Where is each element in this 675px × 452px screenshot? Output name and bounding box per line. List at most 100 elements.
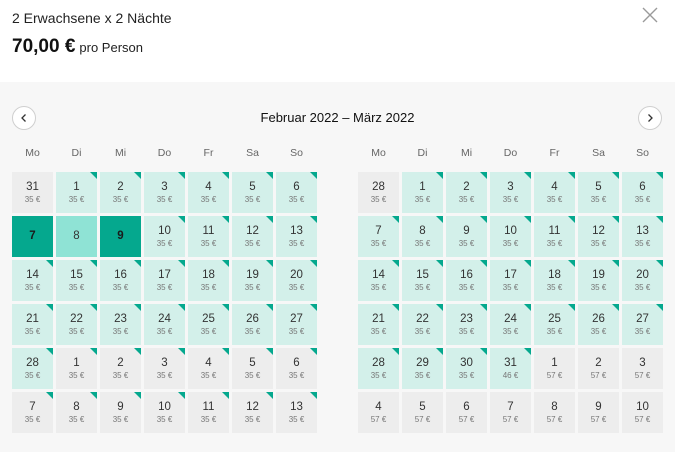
day-number: 6	[463, 401, 470, 413]
day-cell[interactable]: 26 35 €	[578, 304, 619, 345]
day-cell[interactable]: 8 35 €	[402, 216, 443, 257]
day-cell[interactable]: 6 57 €	[446, 392, 487, 433]
day-cell[interactable]: 10 35 €	[144, 216, 185, 257]
day-cell[interactable]: 11 35 €	[188, 216, 229, 257]
day-cell[interactable]: 15 35 €	[56, 260, 97, 301]
day-cell[interactable]: 13 35 €	[622, 216, 663, 257]
day-cell[interactable]: 1 35 €	[56, 348, 97, 389]
day-cell[interactable]: 9 57 €	[578, 392, 619, 433]
day-cell[interactable]: 1 35 €	[402, 172, 443, 213]
day-cell[interactable]: 15 35 €	[402, 260, 443, 301]
day-cell[interactable]: 27 35 €	[622, 304, 663, 345]
next-month-button[interactable]	[638, 106, 662, 130]
day-cell[interactable]: 4 35 €	[188, 348, 229, 389]
day-number: 6	[293, 357, 300, 369]
day-number: 5	[419, 401, 426, 413]
day-number: 18	[202, 269, 215, 281]
day-cell[interactable]: 28 35 €	[358, 348, 399, 389]
day-cell[interactable]: 3 35 €	[144, 348, 185, 389]
day-number: 11	[548, 225, 561, 237]
day-cell[interactable]: 28 35 €	[12, 348, 53, 389]
day-cell[interactable]: 10 35 €	[144, 392, 185, 433]
day-cell[interactable]: 31 35 €	[12, 172, 53, 213]
day-cell[interactable]: 23 35 €	[100, 304, 141, 345]
day-cell[interactable]: 13 35 €	[276, 216, 317, 257]
day-cell[interactable]: 24 35 €	[490, 304, 531, 345]
day-price: 35 €	[502, 239, 519, 248]
day-cell[interactable]: 5 35 €	[578, 172, 619, 213]
day-cell[interactable]: 17 35 €	[144, 260, 185, 301]
day-cell[interactable]: 21 35 €	[358, 304, 399, 345]
day-cell[interactable]: 18 35 €	[188, 260, 229, 301]
day-cell[interactable]: 23 35 €	[446, 304, 487, 345]
day-cell[interactable]: 2 35 €	[100, 348, 141, 389]
day-cell[interactable]: 2 57 €	[578, 348, 619, 389]
day-cell[interactable]: 9 35 €	[100, 392, 141, 433]
day-cell[interactable]: 11 35 €	[188, 392, 229, 433]
day-cell[interactable]: 6 35 €	[276, 348, 317, 389]
day-cell[interactable]: 5 35 €	[232, 348, 273, 389]
day-cell-selected[interactable]: 8	[56, 216, 97, 257]
day-number: 1	[73, 357, 80, 369]
day-cell[interactable]: 31 46 €	[490, 348, 531, 389]
day-cell[interactable]: 8 57 €	[534, 392, 575, 433]
day-number: 31	[504, 357, 517, 369]
day-cell[interactable]: 20 35 €	[622, 260, 663, 301]
day-cell[interactable]: 6 35 €	[276, 172, 317, 213]
day-cell[interactable]: 5 35 €	[232, 172, 273, 213]
day-cell[interactable]: 4 57 €	[358, 392, 399, 433]
day-cell[interactable]: 3 57 €	[622, 348, 663, 389]
day-cell[interactable]: 14 35 €	[358, 260, 399, 301]
day-cell[interactable]: 30 35 €	[446, 348, 487, 389]
day-cell[interactable]: 4 35 €	[188, 172, 229, 213]
day-cell[interactable]: 6 35 €	[622, 172, 663, 213]
day-cell[interactable]: 19 35 €	[578, 260, 619, 301]
day-cell-selected[interactable]: 7	[12, 216, 53, 257]
day-cell[interactable]: 11 35 €	[534, 216, 575, 257]
day-cell[interactable]: 2 35 €	[100, 172, 141, 213]
day-cell[interactable]: 26 35 €	[232, 304, 273, 345]
day-cell[interactable]: 16 35 €	[446, 260, 487, 301]
day-cell[interactable]: 7 35 €	[358, 216, 399, 257]
day-cell[interactable]: 2 35 €	[446, 172, 487, 213]
day-cell[interactable]: 12 35 €	[232, 392, 273, 433]
day-cell[interactable]: 1 35 €	[56, 172, 97, 213]
day-cell[interactable]: 12 35 €	[232, 216, 273, 257]
day-cell[interactable]: 10 35 €	[490, 216, 531, 257]
day-cell[interactable]: 5 57 €	[402, 392, 443, 433]
day-cell[interactable]: 12 35 €	[578, 216, 619, 257]
day-cell[interactable]: 19 35 €	[232, 260, 273, 301]
day-number: 24	[158, 313, 171, 325]
day-cell[interactable]: 3 35 €	[490, 172, 531, 213]
day-cell[interactable]: 28 35 €	[358, 172, 399, 213]
day-price: 35 €	[288, 327, 305, 336]
day-cell[interactable]: 4 35 €	[534, 172, 575, 213]
day-cell[interactable]: 21 35 €	[12, 304, 53, 345]
day-cell[interactable]: 24 35 €	[144, 304, 185, 345]
day-cell[interactable]: 7 57 €	[490, 392, 531, 433]
day-cell[interactable]: 10 57 €	[622, 392, 663, 433]
day-number: 3	[161, 181, 168, 193]
day-cell[interactable]: 14 35 €	[12, 260, 53, 301]
day-cell[interactable]: 9 35 €	[446, 216, 487, 257]
day-cell[interactable]: 8 35 €	[56, 392, 97, 433]
day-cell[interactable]: 16 35 €	[100, 260, 141, 301]
day-cell[interactable]: 22 35 €	[56, 304, 97, 345]
day-cell[interactable]: 1 57 €	[534, 348, 575, 389]
day-cell[interactable]: 7 35 €	[12, 392, 53, 433]
day-cell[interactable]: 27 35 €	[276, 304, 317, 345]
day-cell[interactable]: 25 35 €	[534, 304, 575, 345]
day-cell[interactable]: 29 35 €	[402, 348, 443, 389]
day-cell-selected[interactable]: 9	[100, 216, 141, 257]
day-number: 7	[29, 230, 36, 242]
day-cell[interactable]: 3 35 €	[144, 172, 185, 213]
day-price: 35 €	[244, 327, 261, 336]
day-cell[interactable]: 22 35 €	[402, 304, 443, 345]
close-icon[interactable]	[641, 6, 661, 26]
day-cell[interactable]: 20 35 €	[276, 260, 317, 301]
day-cell[interactable]: 17 35 €	[490, 260, 531, 301]
day-cell[interactable]: 18 35 €	[534, 260, 575, 301]
day-cell[interactable]: 25 35 €	[188, 304, 229, 345]
day-cell[interactable]: 13 35 €	[276, 392, 317, 433]
day-number: 3	[161, 357, 168, 369]
